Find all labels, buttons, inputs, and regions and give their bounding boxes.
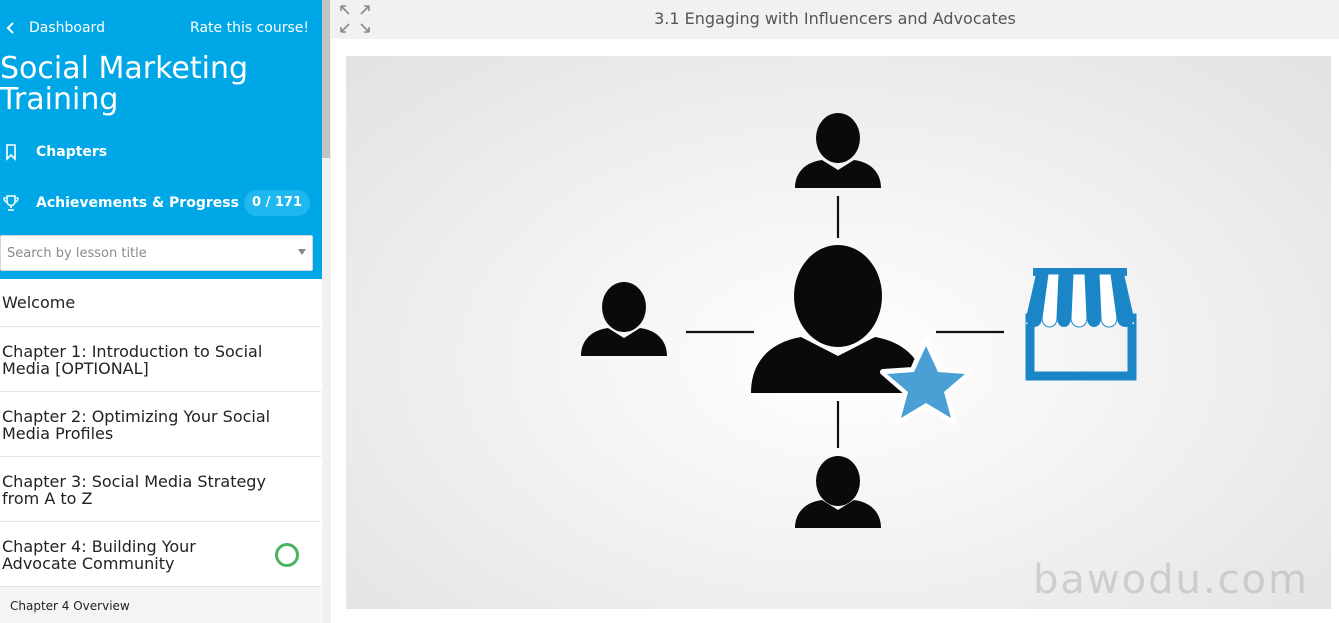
lesson-title: 3.1 Engaging with Influencers and Advoca… <box>654 9 1016 28</box>
dropdown-caret-icon[interactable] <box>298 249 306 255</box>
nav-chapters[interactable]: Chapters <box>0 132 322 172</box>
lesson-slide: bawodu.com <box>346 56 1331 609</box>
lesson-label: Chapter 1: Introduction to Social Media … <box>2 342 263 378</box>
course-title: Social Marketing Training <box>0 51 248 117</box>
chevron-left-icon <box>6 22 14 34</box>
sidebar-header: Dashboard Rate this course! Social Marke… <box>0 0 322 279</box>
rate-course-link[interactable]: Rate this course! <box>190 17 309 39</box>
lesson-item-welcome[interactable]: Welcome <box>0 279 321 327</box>
expand-icon[interactable] <box>339 4 371 34</box>
lesson-item-chapter-4[interactable]: Chapter 4: Building Your Advocate Commun… <box>0 522 321 587</box>
lesson-item-chapter-1[interactable]: Chapter 1: Introduction to Social Media … <box>0 327 321 392</box>
lesson-label: Welcome <box>2 293 76 312</box>
progress-badge: 0 / 171 <box>244 190 310 216</box>
lesson-viewer: 3.1 Engaging with Influencers and Advoca… <box>331 0 1339 623</box>
lesson-label: Chapter 4: Building Your Advocate Commun… <box>2 537 196 573</box>
lesson-topbar: 3.1 Engaging with Influencers and Advoca… <box>331 0 1339 39</box>
progress-ring-icon <box>275 543 299 567</box>
dashboard-label: Dashboard <box>29 20 105 36</box>
lesson-search[interactable] <box>0 235 313 271</box>
lesson-label: Chapter 3: Social Media Strategy from A … <box>2 472 266 508</box>
lesson-search-input[interactable] <box>1 236 281 270</box>
sidebar: Dashboard Rate this course! Social Marke… <box>0 0 322 623</box>
sidebar-scrollbar-thumb[interactable] <box>322 0 330 158</box>
nav-achievements[interactable]: Achievements & Progress 0 / 171 <box>0 183 322 223</box>
person-icon-bottom <box>795 456 881 528</box>
sub-lesson-chapter-4-overview[interactable]: Chapter 4 Overview <box>0 587 321 623</box>
influencer-diagram <box>581 113 1137 528</box>
watermark: bawodu.com <box>1033 557 1309 603</box>
dashboard-link[interactable]: Dashboard <box>6 17 105 39</box>
bookmark-icon <box>6 144 16 161</box>
storefront-icon <box>1025 268 1137 381</box>
person-icon-top <box>795 113 881 188</box>
trophy-icon <box>3 195 19 211</box>
chapters-label: Chapters <box>36 144 108 160</box>
lesson-item-chapter-2[interactable]: Chapter 2: Optimizing Your Social Media … <box>0 392 321 457</box>
lesson-label: Chapter 2: Optimizing Your Social Media … <box>2 407 271 443</box>
person-icon-left <box>581 282 667 356</box>
achievements-label: Achievements & Progress <box>36 195 239 211</box>
lesson-list: Welcome Chapter 1: Introduction to Socia… <box>0 279 322 623</box>
lesson-item-chapter-3[interactable]: Chapter 3: Social Media Strategy from A … <box>0 457 321 522</box>
